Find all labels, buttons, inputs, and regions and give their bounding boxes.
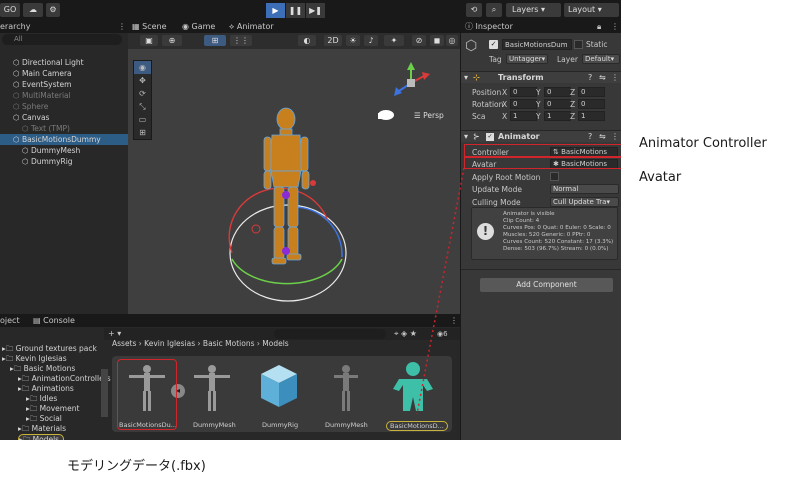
annotation-connector (416, 167, 465, 415)
annotation-controller: Animator Controller (639, 136, 767, 151)
annotation-avatar: Avatar (639, 170, 682, 185)
annotation-model: モデリングデータ(.fbx) (67, 459, 206, 474)
